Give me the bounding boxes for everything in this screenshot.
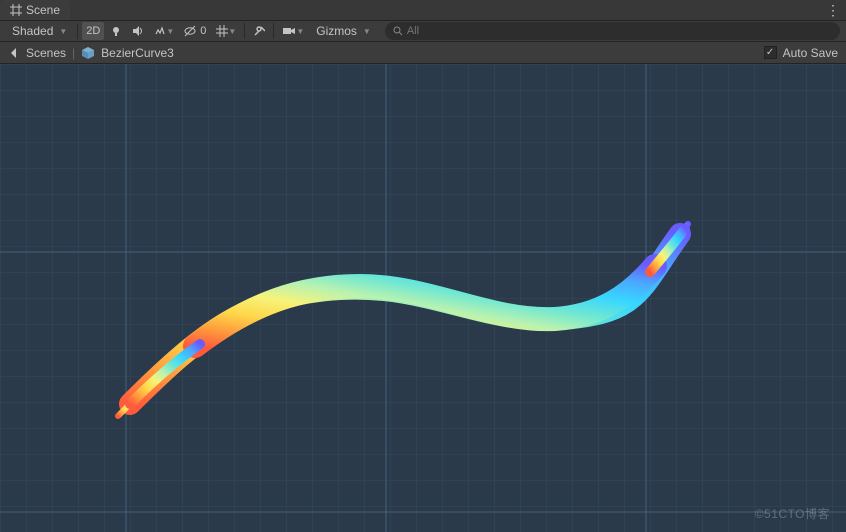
breadcrumb-item[interactable]: BezierCurve3 (101, 46, 174, 60)
separator (77, 23, 78, 39)
grid-icon (10, 4, 22, 16)
breadcrumb-bar: Scenes | BezierCurve3 ✓ Auto Save (0, 42, 846, 64)
tab-row: Scene ⋮ (0, 0, 846, 20)
separator (273, 23, 274, 39)
2d-toggle[interactable]: 2D (82, 22, 104, 40)
fx-toggle-icon[interactable]: ▼ (150, 22, 178, 40)
autosave-label: Auto Save (783, 46, 838, 60)
back-icon[interactable] (8, 47, 20, 59)
scene-viewport[interactable]: ©51CTO博客 (0, 64, 846, 532)
breadcrumb-root[interactable]: Scenes (26, 46, 66, 60)
gizmos-label: Gizmos (316, 24, 357, 38)
tools-icon[interactable] (249, 22, 269, 40)
separator (244, 23, 245, 39)
chevron-down-icon: ▼ (363, 27, 371, 36)
cube-icon (81, 46, 95, 60)
hidden-objects-icon[interactable]: 0 (180, 22, 210, 40)
scene-toolbar: Shaded ▼ 2D ▼ 0 ▼ ▼ Gizmos ▼ (0, 20, 846, 42)
chevron-down-icon: ▼ (166, 27, 174, 36)
lighting-toggle-icon[interactable] (106, 22, 126, 40)
watermark: ©51CTO博客 (755, 505, 830, 522)
audio-toggle-icon[interactable] (128, 22, 148, 40)
search-icon (393, 26, 403, 36)
gizmos-dropdown[interactable]: Gizmos ▼ (310, 22, 377, 40)
chevron-down-icon: ▼ (59, 27, 67, 36)
autosave-checkbox[interactable]: ✓ (764, 46, 777, 59)
chevron-down-icon: ▼ (228, 27, 236, 36)
tab-menu-icon[interactable]: ⋮ (826, 2, 840, 19)
render-mode-label: Shaded (12, 24, 53, 38)
search-field[interactable] (407, 25, 832, 37)
tab-scene[interactable]: Scene (0, 0, 70, 20)
tab-label: Scene (26, 3, 60, 17)
hidden-count: 0 (200, 25, 206, 37)
camera-icon[interactable]: ▼ (278, 22, 308, 40)
render-mode-dropdown[interactable]: Shaded ▼ (6, 22, 73, 40)
chevron-down-icon: ▼ (296, 27, 304, 36)
grid-visibility-icon[interactable]: ▼ (212, 22, 240, 40)
breadcrumb-separator: | (72, 46, 75, 60)
bezier-curve (0, 64, 846, 532)
search-input[interactable] (385, 22, 840, 40)
